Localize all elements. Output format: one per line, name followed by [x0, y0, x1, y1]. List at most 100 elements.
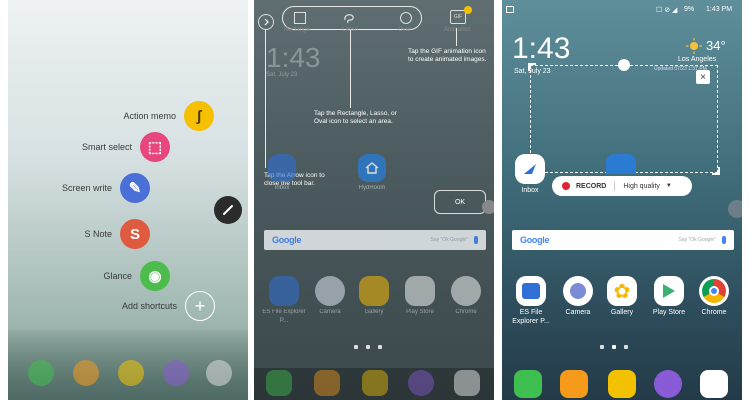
move-handle[interactable] [618, 59, 630, 71]
clock: 1:43 [266, 42, 321, 73]
app-gallery[interactable]: Gallery [354, 276, 394, 317]
clock: 1:43 [512, 32, 571, 65]
app-play-store[interactable]: Play Store [648, 276, 690, 317]
status-time: 1:43 PM [706, 6, 733, 13]
google-search-bar[interactable]: Google Say "Ok Google" [512, 230, 734, 250]
app-es-file[interactable]: ES File Explorer P... [508, 276, 554, 326]
app-chrome[interactable]: Chrome [446, 276, 486, 317]
gif-tool-label: Animation [444, 27, 471, 33]
tip-shape: Tap the Rectangle, Lasso, or Oval icon t… [314, 110, 397, 125]
action-memo-icon[interactable]: ʃ [184, 101, 214, 131]
inbox-icon [268, 154, 296, 182]
glance-label: Glance [103, 271, 132, 281]
say-ok-google: Say "Ok Google" [678, 237, 716, 243]
add-shortcuts-icon[interactable]: + [185, 291, 215, 321]
internet-icon[interactable] [654, 370, 682, 398]
lasso-tool-icon[interactable] [343, 12, 355, 24]
chevron-right-icon [264, 18, 269, 26]
app-play-store[interactable]: Play Store [400, 276, 440, 317]
ok-button[interactable]: OK [434, 190, 486, 214]
s-note-icon[interactable]: S [120, 219, 150, 249]
app-es-file[interactable]: ES File Explorer P... [262, 276, 306, 326]
app-camera[interactable]: Camera [558, 276, 598, 317]
screen-write-label: Screen write [61, 183, 112, 193]
phone-icon[interactable] [266, 370, 292, 396]
oval-tool-label: Oval [398, 27, 411, 33]
contacts-icon[interactable] [560, 370, 588, 398]
blurred-internet-icon [163, 360, 189, 386]
new-badge [464, 6, 472, 14]
google-search-bar[interactable]: Google Say "Ok Google" [264, 230, 486, 250]
play-store-icon [405, 276, 435, 306]
action-memo-label: Action memo [123, 111, 176, 121]
gallery-notification-icon [506, 6, 514, 13]
google-logo: Google [520, 235, 550, 245]
contacts-icon[interactable] [314, 370, 340, 396]
phone-icon[interactable] [514, 370, 542, 398]
temperature: 34° [706, 38, 726, 53]
add-shortcuts-label: Add shortcuts [121, 301, 177, 311]
play-store-icon [654, 276, 684, 306]
app-hydroom[interactable]: HydRoom [350, 154, 394, 193]
blurred-messages-icon [118, 360, 144, 386]
record-button[interactable]: RECORD [576, 183, 606, 190]
messages-icon[interactable] [362, 370, 388, 396]
internet-icon[interactable] [408, 370, 434, 396]
mic-icon[interactable] [474, 236, 478, 244]
messages-icon[interactable] [608, 370, 636, 398]
screen-write-icon[interactable]: ✎ [120, 173, 150, 203]
camera-icon [315, 276, 345, 306]
record-dot-icon [562, 182, 570, 190]
glance-item[interactable]: Glance ◉ [103, 261, 170, 291]
quality-dropdown[interactable]: High quality [623, 183, 660, 190]
close-icon[interactable]: × [696, 70, 710, 84]
chrome-icon [451, 276, 481, 306]
chrome-icon [699, 276, 729, 306]
smart-select-icon[interactable]: ⬚ [140, 132, 170, 162]
battery-percent: 9% [684, 6, 695, 13]
page-indicator [354, 345, 382, 349]
app-gallery[interactable]: ✿ Gallery [602, 276, 642, 317]
rectangle-tool-icon[interactable] [294, 12, 306, 24]
hydroom-icon[interactable] [606, 154, 636, 174]
pen-icon[interactable] [482, 200, 494, 214]
smart-select-item[interactable]: Smart select ⬚ [82, 132, 170, 162]
es-file-icon [269, 276, 299, 306]
blurred-contacts-icon [73, 360, 99, 386]
glance-icon[interactable]: ◉ [140, 261, 170, 291]
smart-select-tutorial-panel: Rectangle Lasso Oval GIF Animation Tap t… [254, 0, 494, 400]
screen-write-item[interactable]: Screen write ✎ [62, 173, 150, 203]
dropdown-arrow-icon: ▼ [665, 183, 672, 189]
action-memo-item[interactable]: Action memo ʃ [123, 101, 214, 131]
app-chrome[interactable]: Chrome [694, 276, 734, 317]
air-command-pen-button[interactable] [214, 196, 242, 224]
inbox-icon [515, 154, 545, 184]
app-camera[interactable]: Camera [310, 276, 350, 317]
add-shortcuts-item[interactable]: Add shortcuts + [122, 291, 215, 321]
corner-handle-top-left[interactable] [528, 63, 536, 71]
sun-icon [686, 38, 702, 54]
blurred-apps-icon [206, 360, 232, 386]
apps-icon[interactable] [700, 370, 728, 398]
google-logo: Google [272, 235, 302, 245]
camera-icon [563, 276, 593, 306]
say-ok-google: Say "Ok Google" [430, 237, 468, 243]
s-note-item[interactable]: S Note S [84, 219, 150, 249]
apps-icon[interactable] [454, 370, 480, 396]
s-note-label: S Note [84, 229, 112, 239]
mic-icon[interactable] [722, 236, 726, 244]
record-toolbar: RECORD High quality ▼ [552, 176, 692, 196]
corner-handle-bottom-right[interactable] [712, 167, 720, 175]
oval-tool-icon[interactable] [400, 12, 412, 24]
pen-icon[interactable] [728, 200, 742, 218]
blurred-phone-icon [28, 360, 54, 386]
page-indicator [600, 345, 628, 349]
gallery-icon: ✿ [607, 276, 637, 306]
app-inbox[interactable]: Inbox [262, 154, 302, 193]
close-toolbar-arrow-button[interactable] [258, 14, 274, 30]
rectangle-tool-label: Rectangle [284, 27, 312, 33]
app-inbox[interactable]: Inbox [510, 154, 550, 195]
home-icon [358, 154, 386, 182]
record-gif-panel: ☐ ⊘ ◢ 9% 1:43 PM 1:43 Sat, July 23 34° L… [502, 0, 742, 400]
air-command-panel: Action memo ʃ Smart select ⬚ Screen writ… [8, 0, 248, 400]
